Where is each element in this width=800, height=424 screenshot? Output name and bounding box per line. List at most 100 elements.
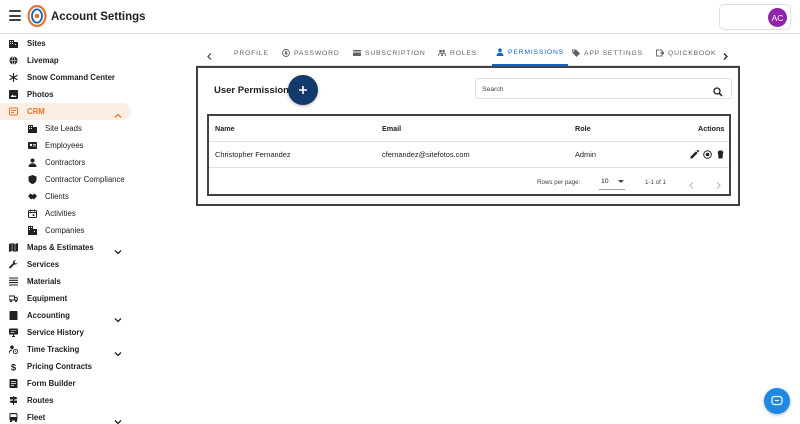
pagination-range: 1-1 of 1 [645,179,666,186]
sidebar-item-equipment[interactable]: Equipment [0,290,131,307]
calendar-icon [28,209,37,218]
snowflake-icon [9,73,18,82]
sidebar-item-label: Clients [45,192,69,201]
search-input[interactable] [482,83,702,95]
sidebar-item-label: Maps & Estimates [27,243,94,252]
lock-icon [282,49,290,57]
badge-icon [28,141,37,150]
sidebar-item-label: Equipment [27,294,68,303]
previous-page-icon[interactable] [687,177,696,189]
tab-password[interactable]: PASSWORD [282,40,340,66]
wrench-icon [9,260,18,269]
chevron-down-icon[interactable] [114,413,122,424]
sidebar-item-contractor-compliance[interactable]: Contractor Compliance [0,171,131,188]
globe-icon [9,56,18,65]
chevron-up-icon[interactable] [114,107,122,118]
rows-per-page-label: Rows per page: [537,179,581,186]
search-box[interactable] [475,78,732,99]
sidebar-item-label: Companies [45,226,85,235]
tab-roles[interactable]: ROLES [438,40,477,66]
sidebar-item-routes[interactable]: Routes [0,392,131,409]
svg-text:$: $ [11,362,17,371]
sidebar-item-companies[interactable]: Companies [0,222,131,239]
tab-label: PERMISSIONS [508,48,565,56]
chevron-down-icon[interactable] [114,243,122,255]
column-header-role[interactable]: Role [575,124,591,133]
cell-email: cfernandez@sitefotos.com [382,150,470,159]
roles-icon [438,49,446,57]
tabs-scroll-right-icon[interactable] [721,48,730,60]
sidebar-item-snow-command-center[interactable]: Snow Command Center [0,69,131,86]
plus-icon [299,86,307,94]
sidebar-item-fleet[interactable]: Fleet [0,409,131,424]
tab-app-settings[interactable]: APP SETTINGS [572,40,643,66]
sidebar-item-clients[interactable]: Clients [0,188,131,205]
sidebar-item-maps-estimates[interactable]: Maps & Estimates [0,239,131,256]
dollar-icon: $ [9,362,18,371]
cell-name: Christopher Fernandez [215,150,291,159]
sidebar-item-label: Accounting [27,311,70,320]
sidebar-item-materials[interactable]: Materials [0,273,131,290]
layers-icon [9,277,18,286]
settings-content: PROFILE PASSWORD SUBSCRIPTION ROLES PERM… [196,40,740,206]
sidebar-item-accounting[interactable]: Accounting [0,307,131,324]
divider [209,141,729,142]
column-header-actions: Actions [698,124,725,133]
toggle-access-icon[interactable] [703,150,712,159]
column-header-email[interactable]: Email [382,124,401,133]
sidebar-item-label: Livemap [27,56,59,65]
support-chat-button[interactable] [764,388,790,414]
sidebar-item-sites[interactable]: Sites [0,35,131,52]
page-title: Account Settings [51,11,146,23]
chevron-down-icon[interactable] [114,311,122,323]
sidebar-item-service-history[interactable]: Service History [0,324,131,341]
sidebar-item-pricing-contracts[interactable]: $ Pricing Contracts [0,358,131,375]
account-menu[interactable]: AC [719,4,791,30]
add-user-button[interactable] [288,75,318,105]
sidebar-item-employees[interactable]: Employees [0,137,131,154]
rows-per-page-value: 10 [601,178,609,185]
sidebar: Sites Livemap Snow Command Center Photos… [0,34,132,424]
sidebar-item-label: Snow Command Center [27,73,115,82]
search-icon[interactable] [713,84,723,97]
sidebar-item-label: Activities [45,209,76,218]
sidebar-item-label: Site Leads [45,124,82,133]
tab-label: SUBSCRIPTION [365,49,426,57]
sidebar-item-activities[interactable]: Activities [0,205,131,222]
tab-label: PASSWORD [294,49,340,57]
sidebar-item-site-leads[interactable]: Site Leads [0,120,131,137]
tab-permissions[interactable]: PERMISSIONS [492,40,569,66]
sidebar-item-crm[interactable]: CRM [0,103,131,120]
permissions-table: Name Email Role Actions Christopher Fern… [207,114,731,196]
sidebar-item-label: Time Tracking [27,345,80,354]
rows-per-page-select[interactable]: 10 [599,174,625,190]
sidebar-item-form-builder[interactable]: Form Builder [0,375,131,392]
delete-icon[interactable] [716,150,725,159]
avatar[interactable]: AC [768,8,787,27]
sidebar-item-services[interactable]: Services [0,256,131,273]
sidebar-item-label: Routes [27,396,54,405]
tab-profile[interactable]: PROFILE [228,40,268,66]
sidebar-item-photos[interactable]: Photos [0,86,131,103]
sidebar-item-contractors[interactable]: Contractors [0,154,131,171]
sidebar-item-livemap[interactable]: Livemap [0,52,131,69]
map-icon [9,243,18,252]
settings-tabs: PROFILE PASSWORD SUBSCRIPTION ROLES PERM… [196,40,740,66]
next-page-icon[interactable] [714,177,723,189]
tab-label: ROLES [450,49,478,57]
menu-icon[interactable] [9,10,21,22]
business-icon [28,124,37,133]
tag-icon [572,49,580,57]
monitor-icon [9,328,18,337]
tabs-scroll-left-icon[interactable] [205,48,214,60]
chevron-down-icon[interactable] [114,345,122,357]
top-bar: Account Settings AC [0,0,800,34]
business-icon [9,39,18,48]
sidebar-item-time-tracking[interactable]: Time Tracking [0,341,131,358]
image-icon [9,90,18,99]
tab-quickbook[interactable]: QUICKBOOK [656,40,716,66]
edit-icon[interactable] [690,150,699,159]
tab-subscription[interactable]: SUBSCRIPTION [353,40,426,66]
sidebar-item-label: Sites [27,39,46,48]
column-header-name[interactable]: Name [215,124,235,133]
